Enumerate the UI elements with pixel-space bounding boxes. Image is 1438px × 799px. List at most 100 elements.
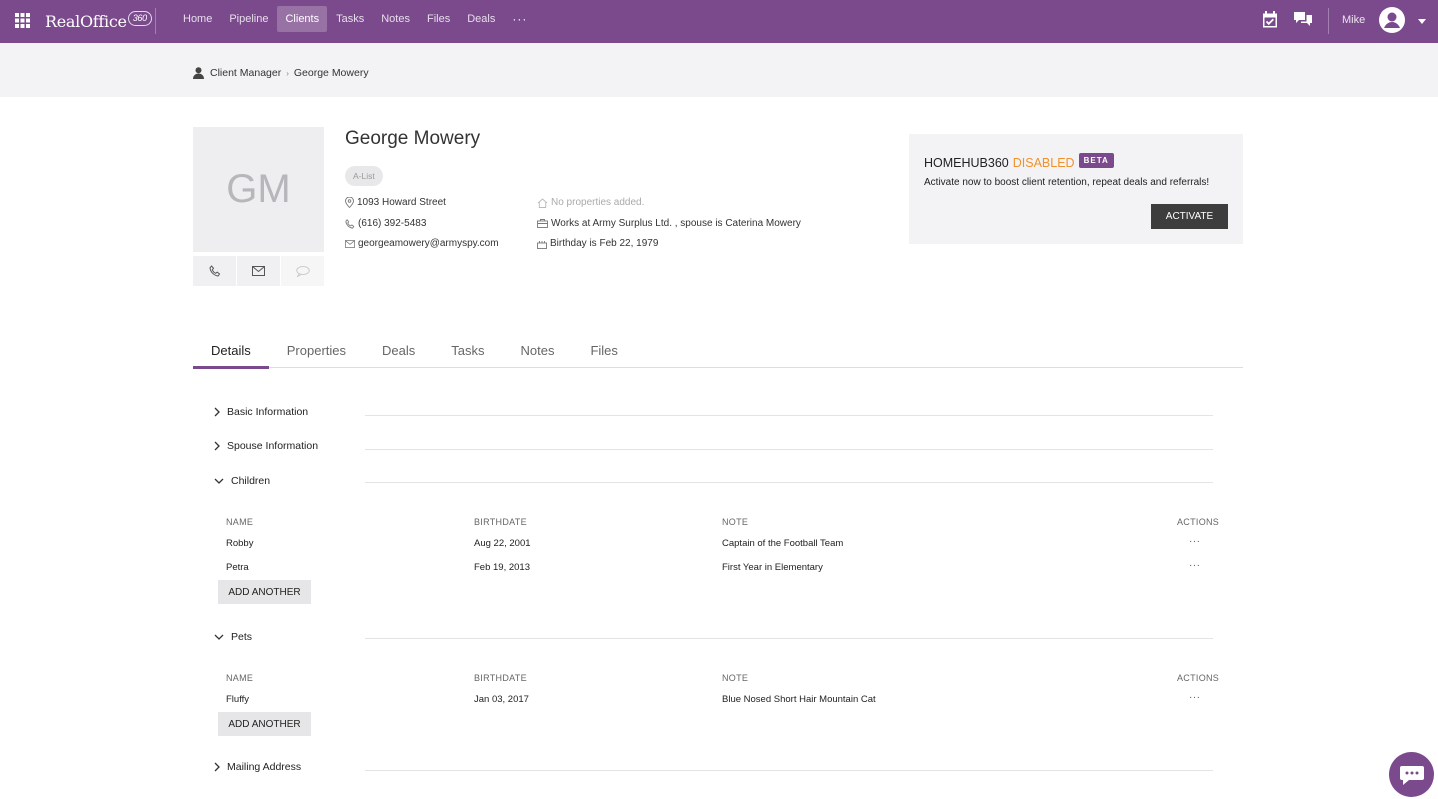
- chat-bubbles-icon[interactable]: [1293, 11, 1313, 27]
- divider: [365, 449, 1213, 450]
- email-line: georgeamowery@armyspy.com: [345, 238, 499, 249]
- client-address: 1093 Howard Street: [357, 197, 446, 208]
- breadcrumb-separator: ›: [286, 68, 289, 78]
- breadcrumb: Client Manager › George Mowery: [193, 67, 369, 79]
- home-icon: [537, 197, 551, 208]
- chat-fab-button[interactable]: [1389, 752, 1434, 797]
- client-email[interactable]: georgeamowery@armyspy.com: [358, 238, 499, 249]
- divider: [365, 638, 1213, 639]
- caret-down-icon[interactable]: [1418, 19, 1426, 24]
- breadcrumb-current: George Mowery: [293, 67, 369, 79]
- nav-item-notes[interactable]: Notes: [373, 6, 418, 32]
- section-mailing-address[interactable]: Mailing Address: [214, 761, 301, 773]
- user-avatar-icon[interactable]: [1379, 7, 1405, 33]
- section-children[interactable]: Children: [214, 475, 270, 487]
- client-tag[interactable]: A-List: [345, 166, 383, 186]
- tab-properties[interactable]: Properties: [269, 334, 364, 368]
- row-actions-menu[interactable]: ···: [1189, 536, 1201, 547]
- section-label: Pets: [231, 631, 253, 643]
- tab-details[interactable]: Details: [193, 334, 269, 369]
- app-logo[interactable]: RealOffice 360: [45, 9, 152, 33]
- nav-item-home[interactable]: Home: [175, 6, 220, 32]
- section-pets[interactable]: Pets: [214, 631, 252, 643]
- nav-item-pipeline[interactable]: Pipeline: [221, 6, 276, 32]
- child-note: First Year in Elementary: [722, 562, 823, 573]
- nav-item-deals[interactable]: Deals: [459, 6, 503, 32]
- nav-item-files[interactable]: Files: [419, 6, 458, 32]
- column-header-actions: ACTIONS: [1177, 517, 1220, 527]
- mail-icon: [345, 239, 358, 248]
- column-header-actions: ACTIONS: [1177, 673, 1220, 683]
- briefcase-icon: [537, 219, 551, 228]
- main-nav: Home Pipeline Clients Tasks Notes Files …: [175, 6, 536, 32]
- client-name: George Mowery: [345, 128, 481, 149]
- child-name: Robby: [226, 538, 254, 549]
- nav-more-button[interactable]: ···: [504, 6, 535, 32]
- section-spouse-information[interactable]: Spouse Information: [214, 440, 318, 452]
- divider: [365, 770, 1213, 771]
- top-bar: RealOffice 360 Home Pipeline Clients Tas…: [0, 0, 1438, 43]
- work-line: Works at Army Surplus Ltd. , spouse is C…: [537, 218, 801, 229]
- child-name: Petra: [226, 562, 249, 573]
- section-label: Mailing Address: [227, 761, 302, 773]
- column-header-note: NOTE: [722, 517, 749, 527]
- phone-icon: [208, 265, 221, 277]
- row-actions-menu[interactable]: ···: [1189, 692, 1201, 703]
- add-child-button[interactable]: ADD ANOTHER: [218, 580, 311, 604]
- breadcrumb-root-link[interactable]: Client Manager: [210, 67, 281, 79]
- activate-button[interactable]: ACTIVATE: [1151, 204, 1228, 229]
- divider: [365, 415, 1213, 416]
- chevron-right-icon: [214, 407, 227, 417]
- column-header-name: NAME: [226, 673, 254, 683]
- tab-files[interactable]: Files: [572, 334, 635, 368]
- properties-line: No properties added.: [537, 197, 644, 208]
- chat-fab-icon: [1399, 764, 1425, 786]
- section-basic-information[interactable]: Basic Information: [214, 406, 308, 418]
- user-name[interactable]: Mike: [1342, 14, 1365, 26]
- homehub-title: HOMEHUB360 DISABLED BETA: [924, 153, 1114, 170]
- call-button[interactable]: [193, 256, 236, 286]
- chevron-right-icon: [214, 762, 227, 772]
- add-pet-button[interactable]: ADD ANOTHER: [218, 712, 311, 736]
- homehub-status: DISABLED: [1012, 156, 1075, 170]
- child-birthdate: Feb 19, 2013: [474, 562, 530, 573]
- sub-header: Client Manager › George Mowery: [0, 43, 1438, 97]
- homehub-panel: HOMEHUB360 DISABLED BETA Activate now to…: [909, 134, 1243, 244]
- calendar-check-icon[interactable]: [1262, 11, 1278, 28]
- nav-item-clients[interactable]: Clients: [277, 6, 328, 32]
- chevron-right-icon: [214, 441, 227, 451]
- phone-line: (616) 392-5483: [345, 218, 426, 229]
- birthday-line: Birthday is Feb 22, 1979: [537, 238, 658, 249]
- tab-deals[interactable]: Deals: [364, 334, 433, 368]
- client-properties: No properties added.: [551, 197, 645, 208]
- divider: [365, 482, 1213, 483]
- row-actions-menu[interactable]: ···: [1189, 560, 1201, 571]
- phone-icon: [345, 218, 358, 229]
- client-phone[interactable]: (616) 392-5483: [358, 218, 426, 229]
- column-header-note: NOTE: [722, 673, 749, 683]
- pet-name: Fluffy: [226, 694, 250, 705]
- tab-notes[interactable]: Notes: [502, 334, 572, 368]
- section-label: Basic Information: [227, 406, 309, 418]
- logo-badge: 360: [127, 10, 152, 26]
- tab-tasks[interactable]: Tasks: [433, 334, 502, 368]
- client-photo-placeholder[interactable]: GM: [193, 127, 324, 252]
- person-icon: [193, 67, 204, 79]
- homehub-name: HOMEHUB360: [924, 156, 1009, 170]
- divider: [155, 8, 156, 34]
- client-tabs: Details Properties Deals Tasks Notes Fil…: [193, 334, 1243, 369]
- cake-icon: [537, 239, 550, 249]
- address-line: 1093 Howard Street: [345, 197, 446, 208]
- client-birthday: Birthday is Feb 22, 1979: [550, 238, 659, 249]
- homehub-description: Activate now to boost client retention, …: [924, 177, 1210, 188]
- logo-text: RealOffice: [45, 11, 127, 31]
- chevron-down-icon: [214, 478, 231, 484]
- column-header-birthdate: BIRTHDATE: [474, 673, 527, 683]
- map-pin-icon: [345, 197, 357, 208]
- nav-item-tasks[interactable]: Tasks: [328, 6, 372, 32]
- sms-button[interactable]: [281, 256, 324, 286]
- email-button[interactable]: [237, 256, 280, 286]
- mail-icon: [252, 266, 265, 276]
- apps-grid-icon[interactable]: [15, 13, 30, 28]
- pet-note: Blue Nosed Short Hair Mountain Cat: [722, 694, 876, 705]
